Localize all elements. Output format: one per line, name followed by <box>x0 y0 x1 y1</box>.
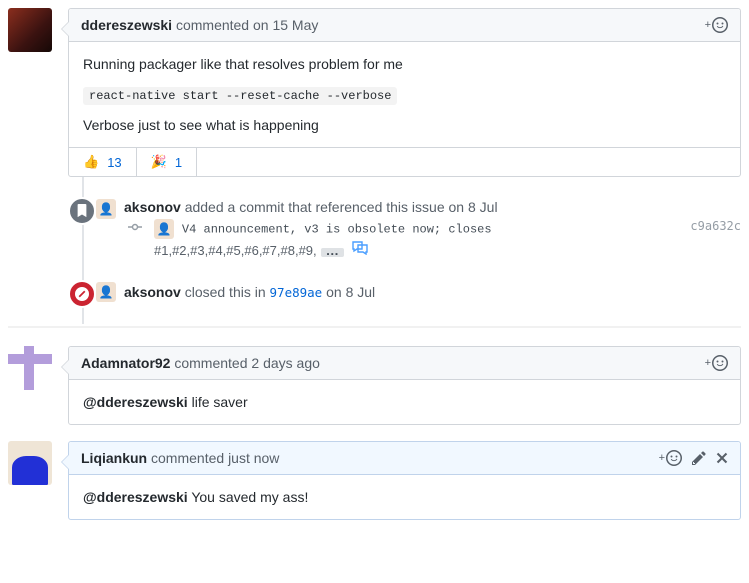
event-text: added a commit that referenced this issu… <box>181 199 449 215</box>
author-link[interactable]: ddereszewski <box>81 17 172 33</box>
reaction-thumbs-up[interactable]: 👍 13 <box>69 148 137 176</box>
comment-header: Liqiankun commented just now + <box>69 442 740 475</box>
comment-body: Running packager like that resolves prob… <box>69 42 740 147</box>
event-text: closed this in <box>181 284 270 300</box>
avatar[interactable] <box>8 8 52 52</box>
expand-button[interactable]: … <box>321 248 344 257</box>
plus-icon: + <box>659 452 665 464</box>
comment-header: ddereszewski commented on 15 May + <box>69 9 740 42</box>
commit-message[interactable]: V4 announcement, v3 is obsolete now; clo… <box>182 223 492 237</box>
smiley-icon <box>712 17 728 33</box>
smiley-icon <box>666 450 682 466</box>
body-text: Verbose just to see what is happening <box>83 117 726 133</box>
comment-box: ddereszewski commented on 15 May + Runni… <box>68 8 741 177</box>
discussion-icon[interactable] <box>352 243 368 258</box>
commit-link[interactable]: 97e89ae <box>270 285 323 300</box>
avatar-small[interactable]: 👤 <box>96 199 116 219</box>
plus-icon: + <box>705 19 711 31</box>
comment-body: @ddereszewski You saved my ass! <box>69 475 740 519</box>
comment-body: @ddereszewski life saver <box>69 380 740 424</box>
avatar-small[interactable]: 👤 <box>154 219 174 239</box>
action-text: commented <box>176 17 249 33</box>
body-text: @ddereszewski life saver <box>83 394 726 410</box>
avatar[interactable] <box>8 441 52 485</box>
timeline-event-closed: 👤 aksonov closed this in 97e89ae on 8 Ju… <box>68 276 741 308</box>
action-text: commented <box>151 450 224 466</box>
author-link[interactable]: aksonov <box>124 199 181 215</box>
comment-item: Liqiankun commented just now + @dderesze… <box>8 441 741 520</box>
comment-header: Adamnator92 commented 2 days ago + <box>69 347 740 380</box>
delete-button[interactable] <box>716 450 728 466</box>
avatar-small[interactable]: 👤 <box>96 282 116 302</box>
comment-item: ddereszewski commented on 15 May + Runni… <box>8 8 741 177</box>
timeline-event-ref: 👤 aksonov added a commit that referenced… <box>68 193 741 264</box>
add-reaction-button[interactable]: + <box>705 17 728 33</box>
mention[interactable]: @ddereszewski <box>83 489 188 505</box>
closed-icon <box>68 280 96 308</box>
commit-block: c9a632c 👤 V4 announcement, v3 is obsolet… <box>130 219 741 258</box>
tada-icon: 🎉 <box>151 154 167 170</box>
timestamp[interactable]: 2 days ago <box>251 355 320 371</box>
author-link[interactable]: aksonov <box>124 284 181 300</box>
plus-icon: + <box>705 357 711 369</box>
edit-button[interactable] <box>692 450 706 466</box>
smiley-icon <box>712 355 728 371</box>
timestamp[interactable]: on 8 Jul <box>449 199 498 215</box>
add-reaction-button[interactable]: + <box>659 450 682 466</box>
timestamp[interactable]: on 15 May <box>253 17 318 33</box>
body-text: Running packager like that resolves prob… <box>83 56 726 72</box>
mention[interactable]: @ddereszewski <box>83 394 188 410</box>
author-link[interactable]: Liqiankun <box>81 450 147 466</box>
commit-icon <box>128 220 142 237</box>
commit-sha[interactable]: c9a632c <box>690 219 741 233</box>
avatar[interactable] <box>8 346 52 390</box>
issue-refs[interactable]: #1,#2,#3,#4,#5,#6,#7,#8,#9, <box>154 243 317 258</box>
reaction-tada[interactable]: 🎉 1 <box>137 148 197 176</box>
separator <box>8 326 741 328</box>
timestamp[interactable]: just now <box>228 450 279 466</box>
reaction-count: 1 <box>175 155 182 170</box>
comment-box: Adamnator92 commented 2 days ago + @dder… <box>68 346 741 425</box>
pencil-icon <box>692 450 706 466</box>
reaction-bar: 👍 13 🎉 1 <box>69 147 740 176</box>
timestamp[interactable]: on 8 Jul <box>322 284 375 300</box>
reaction-count: 13 <box>107 155 121 170</box>
x-icon <box>716 450 728 466</box>
comment-box: Liqiankun commented just now + @dderesze… <box>68 441 741 520</box>
add-reaction-button[interactable]: + <box>705 355 728 371</box>
author-link[interactable]: Adamnator92 <box>81 355 170 371</box>
body-text: @ddereszewski You saved my ass! <box>83 489 726 505</box>
code-snippet: react-native start --reset-cache --verbo… <box>83 87 397 105</box>
thumbs-up-icon: 👍 <box>83 154 99 170</box>
comment-item: Adamnator92 commented 2 days ago + @dder… <box>8 346 741 425</box>
action-text: commented <box>174 355 247 371</box>
bookmark-icon <box>68 197 96 225</box>
